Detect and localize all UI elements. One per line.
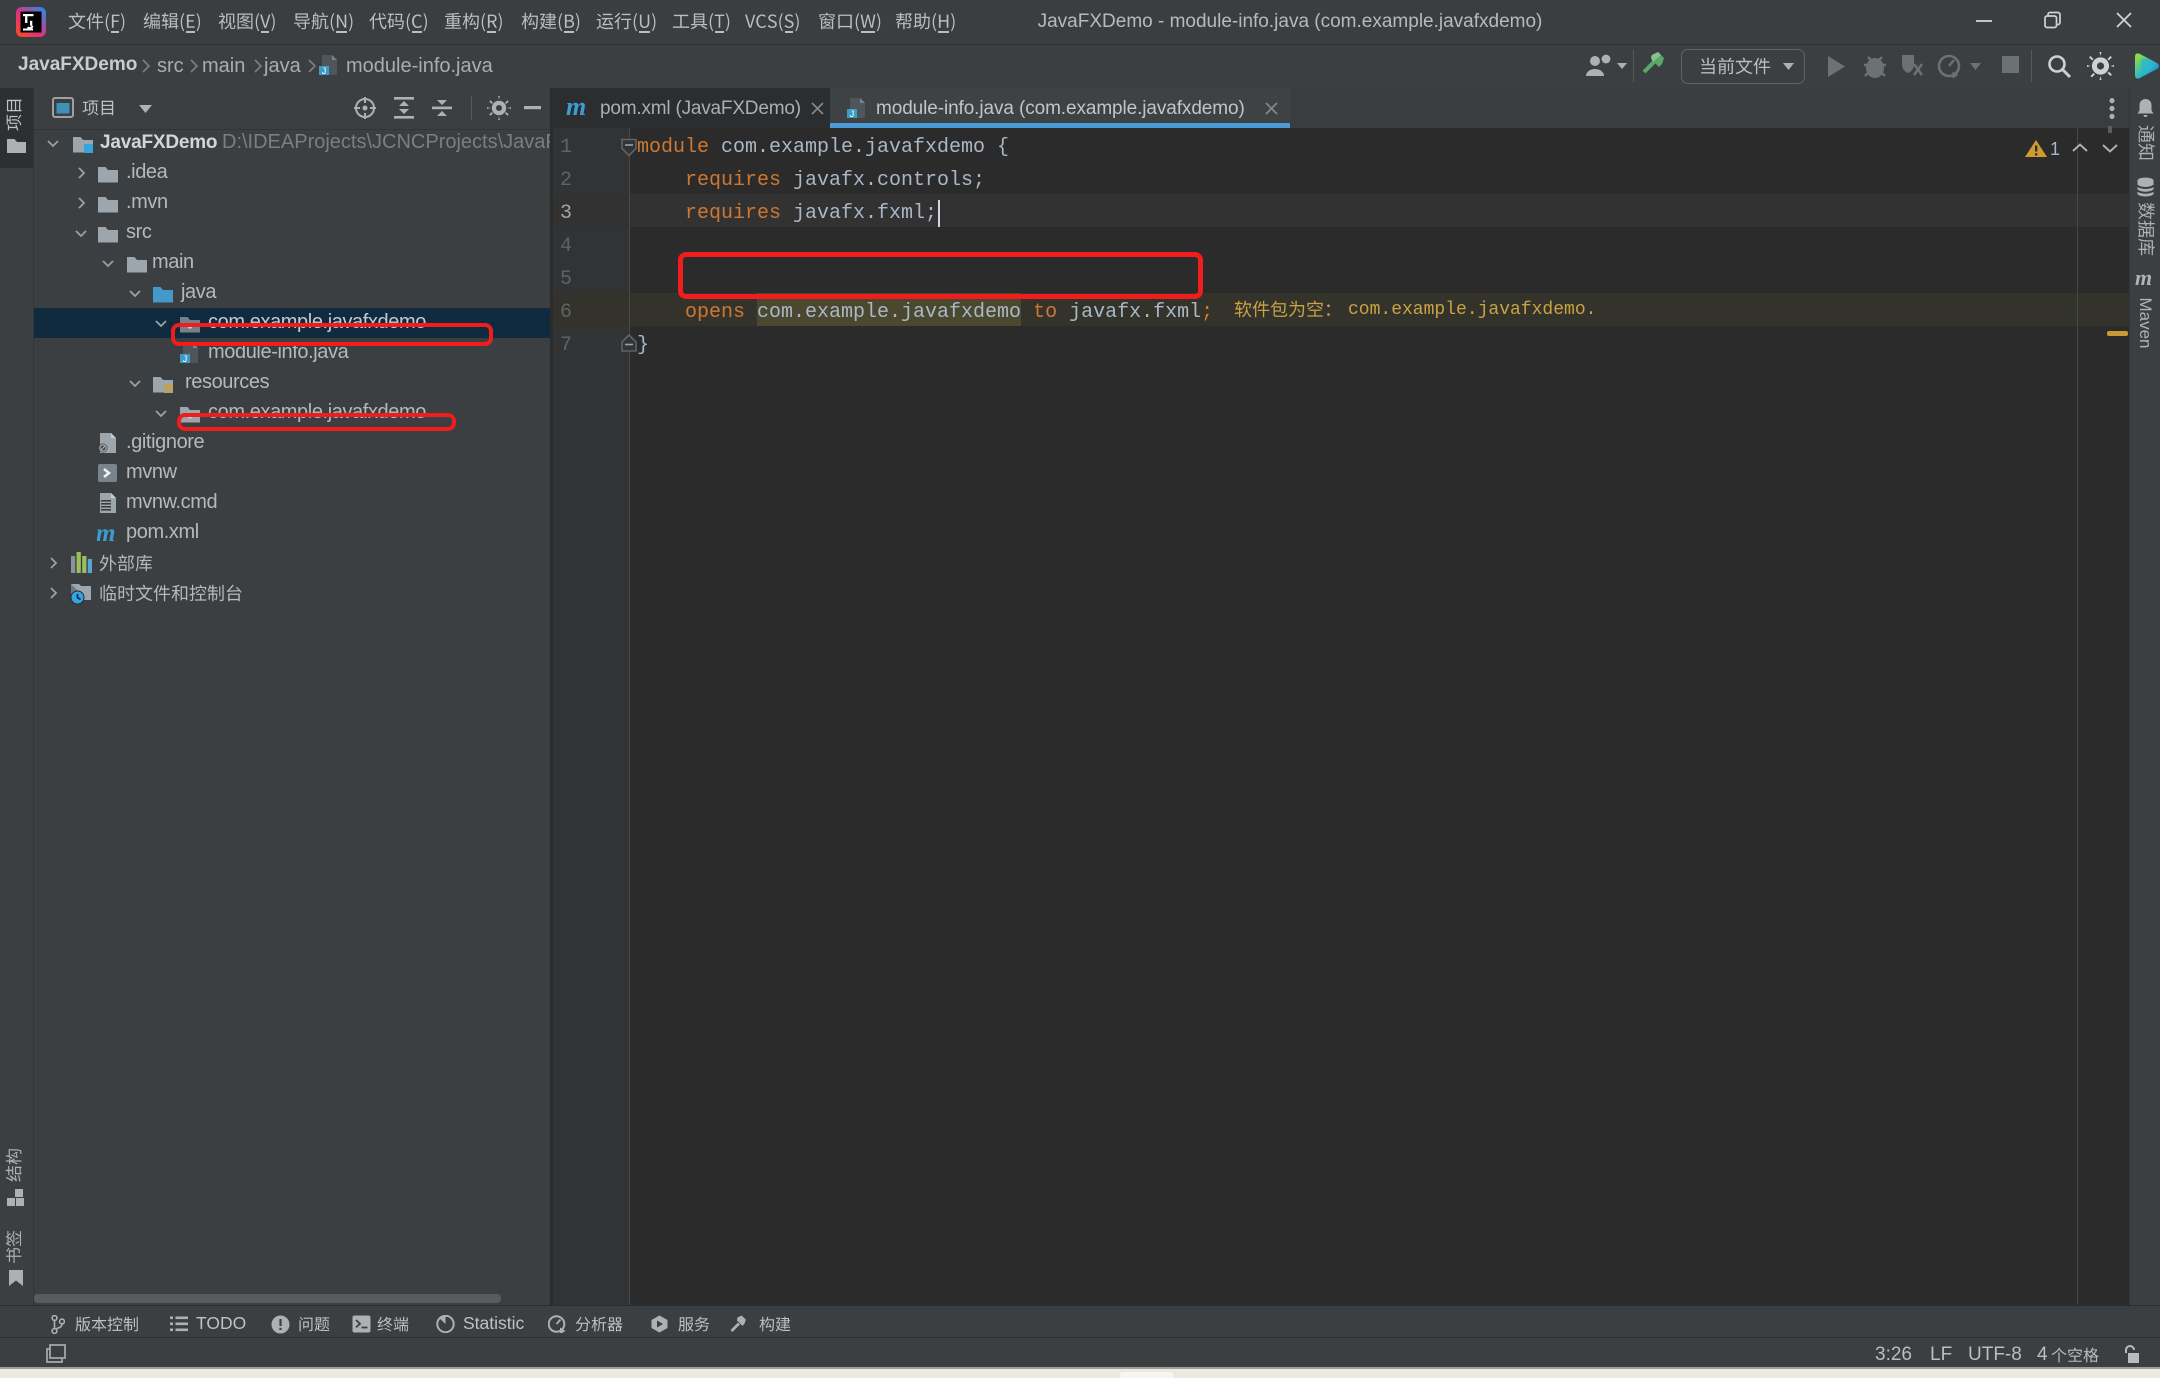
svg-text:m: m <box>2135 266 2152 290</box>
svg-text:J: J <box>322 66 327 76</box>
svg-text:m: m <box>566 94 586 120</box>
svg-text:J: J <box>183 354 188 364</box>
svg-text:m: m <box>97 523 115 543</box>
svg-text:J: J <box>850 109 855 119</box>
